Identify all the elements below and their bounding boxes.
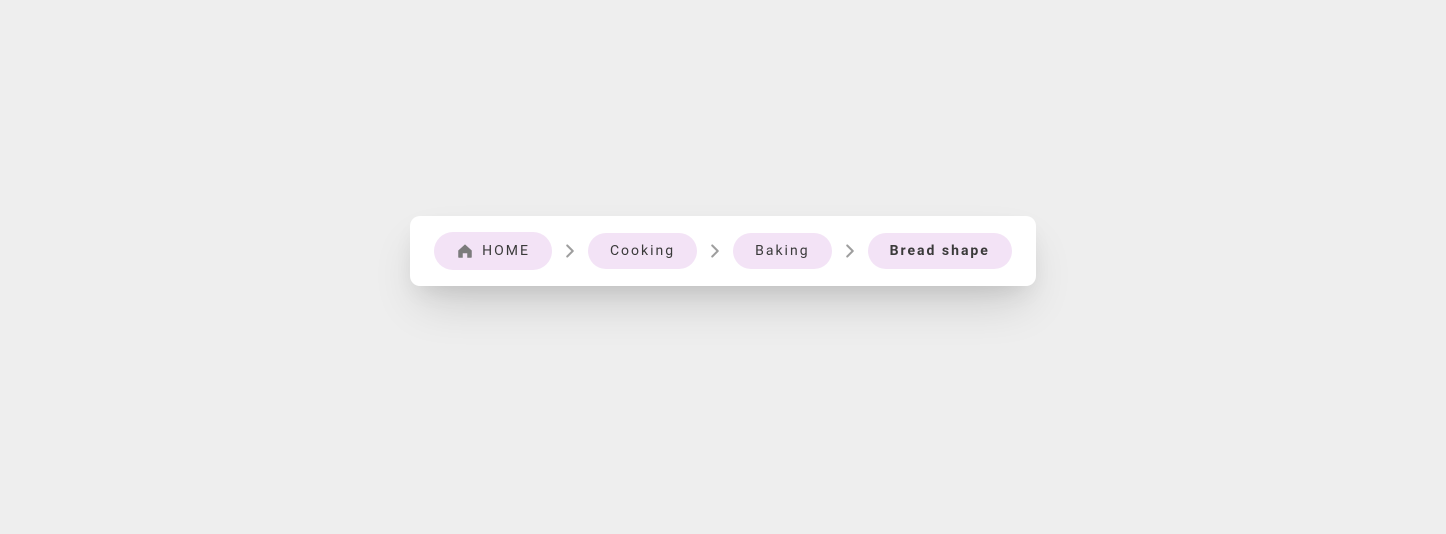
chevron-right-icon: [832, 240, 868, 262]
page-stage: HOME Cooking Baking Bread shape: [0, 0, 1446, 534]
breadcrumb-item-label: Bread shape: [890, 243, 990, 259]
chevron-right-icon: [697, 240, 733, 262]
home-icon: [456, 242, 474, 260]
breadcrumb-item-label: HOME: [482, 243, 530, 259]
breadcrumb-item-bread-shape: Bread shape: [868, 233, 1012, 269]
breadcrumb-item-label: Baking: [755, 243, 809, 259]
breadcrumb-item-home[interactable]: HOME: [434, 232, 552, 270]
breadcrumb: HOME Cooking Baking Bread shape: [410, 216, 1036, 286]
breadcrumb-item-label: Cooking: [610, 243, 675, 259]
breadcrumb-item-baking[interactable]: Baking: [733, 233, 831, 269]
chevron-right-icon: [552, 240, 588, 262]
breadcrumb-item-cooking[interactable]: Cooking: [588, 233, 697, 269]
